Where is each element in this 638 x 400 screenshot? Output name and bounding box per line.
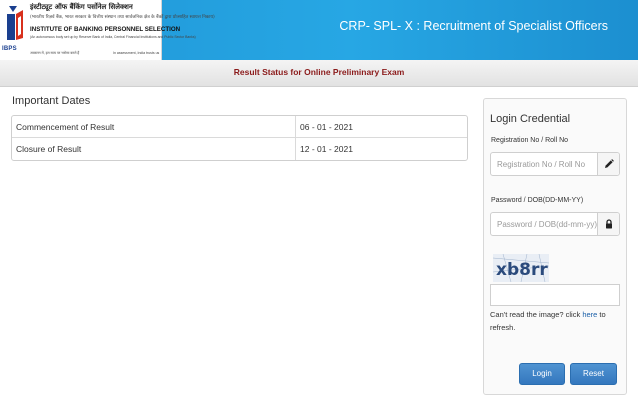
captcha-text: xb8rr	[496, 260, 548, 280]
pencil-icon	[605, 159, 614, 168]
ibps-logo: IBPS इंस्टीट्यूट ऑफ बैंकिंग पर्सोनेल सिल…	[0, 0, 215, 60]
logo-tagline: In assessment, India trusts us	[113, 51, 160, 55]
table-row: Commencement of Result 06 - 01 - 2021	[12, 116, 467, 138]
captcha-refresh-link[interactable]: here	[582, 310, 597, 319]
captcha-help-text: Can't read the image? click here to refr…	[490, 308, 622, 334]
password-addon	[597, 213, 619, 235]
password-input-group	[490, 212, 620, 236]
page-title: CRP- SPL- X : Recruitment of Specialist …	[339, 19, 608, 33]
login-button[interactable]: Login	[519, 363, 565, 385]
lock-icon	[606, 219, 612, 229]
date-label: Commencement of Result	[12, 116, 296, 138]
registration-input-group	[490, 152, 620, 176]
login-title: Login Credential	[490, 113, 571, 125]
registration-input[interactable]	[491, 153, 597, 175]
login-panel: Login Credential Registration No / Roll …	[483, 98, 627, 395]
ibps-emblem-icon	[7, 6, 23, 40]
result-status-banner: Result Status for Online Preliminary Exa…	[0, 60, 638, 87]
captcha-input[interactable]	[490, 284, 620, 306]
logo-subtitle: (An autonomous body set up by Reserve Ba…	[30, 35, 196, 39]
password-input[interactable]	[491, 213, 597, 235]
date-value: 06 - 01 - 2021	[296, 116, 467, 138]
date-label: Closure of Result	[12, 138, 296, 160]
date-value: 12 - 01 - 2021	[300, 144, 353, 154]
help-prefix: Can't read the image? click	[490, 310, 583, 319]
reset-button[interactable]: Reset	[570, 363, 617, 385]
logo-name: INSTITUTE OF BANKING PERSONNEL SELECTION	[30, 26, 181, 33]
logo-hindi-subtitle: (भारतीय रिज़र्व बैंक, भारत सरकार के वित्…	[30, 15, 215, 20]
important-dates-heading: Important Dates	[12, 95, 91, 107]
page-header: IBPS इंस्टीट्यूट ऑफ बैंकिंग पर्सोनेल सिल…	[0, 0, 638, 60]
registration-label: Registration No / Roll No	[491, 137, 569, 144]
logo-brand: IBPS	[2, 46, 17, 52]
logo-tagline-hindi: आकलन में, हम सत्य पर भरोसा करते हैं	[30, 51, 80, 55]
important-dates-table: Commencement of Result 06 - 01 - 2021 Cl…	[11, 115, 468, 161]
logo-hindi-name: इंस्टीट्यूट ऑफ बैंकिंग पर्सोनेल सिलेक्शन	[30, 3, 133, 11]
table-row: Closure of Result 12 - 01 - 2021	[12, 138, 467, 160]
captcha-image: xb8rr	[493, 254, 549, 282]
password-label: Password / DOB(DD-MM-YY)	[491, 197, 584, 204]
registration-addon	[597, 153, 619, 175]
